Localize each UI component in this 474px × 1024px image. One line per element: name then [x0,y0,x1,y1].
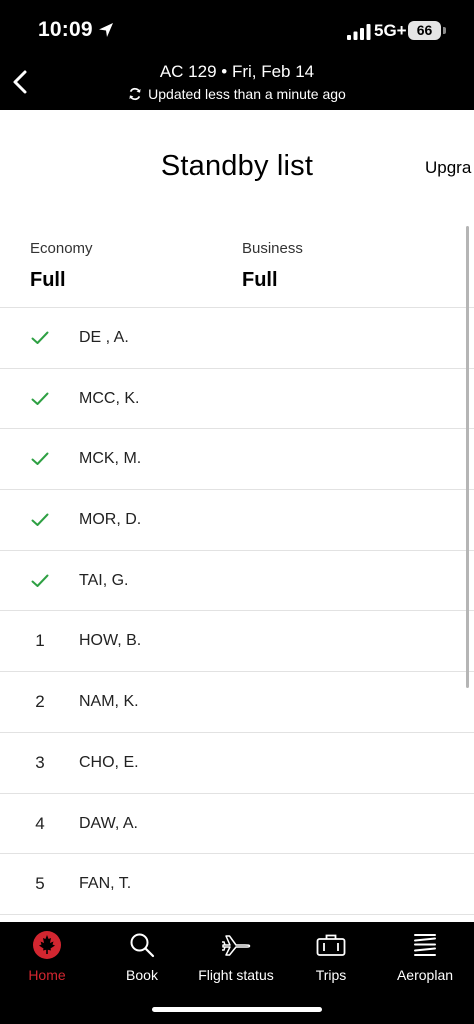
passenger-name: CHO, E. [79,753,139,771]
update-status: Updated less than a minute ago [0,86,474,102]
passenger-name: MOR, D. [79,511,142,529]
tab-flight-status[interactable]: Flight status [189,930,283,983]
scrollbar[interactable] [466,226,469,688]
passenger-name: FAN, T. [79,875,132,893]
passenger-name: MCK, M. [79,450,142,468]
economy-label: Economy [30,240,93,257]
status-time: 10:09 [38,18,93,41]
updated-text: Updated less than a minute ago [148,86,346,102]
aeroplan-icon [414,934,436,956]
tab-label: Trips [315,967,347,983]
list-item: 2 NAM, K. [0,672,474,733]
list-item: MCK, M. [0,429,474,491]
list-item: 3 CHO, E. [0,733,474,794]
cleared-check-icon [28,490,52,550]
network-type: 5G+ [374,21,407,40]
standby-position: 1 [35,631,45,651]
maple-leaf-icon [33,931,61,959]
status-bar: 10:09 5G+ 66 [0,0,474,56]
standby-position: 3 [35,752,45,772]
economy-status: Full [30,269,66,291]
flight-title: AC 129 • Fri, Feb 14 [159,62,315,81]
home-indicator[interactable] [152,1007,322,1012]
tab-book[interactable]: Book [95,930,189,983]
content-area: Standby list Upgra Economy Full Business… [0,110,474,922]
list-item: MCC, K. [0,369,474,430]
standby-position: 5 [35,874,45,894]
passenger-name: MCC, K. [79,389,140,407]
passenger-name: NAM, K. [79,693,139,711]
battery-indicator: 66 [408,21,441,40]
business-label: Business [242,240,303,257]
tab-bar: Home Book Flight status Trips Aeroplan [0,922,474,1024]
tab-home[interactable]: Home [0,930,94,983]
battery-tip [443,27,446,34]
passenger-name: DAW, A. [79,814,138,832]
location-arrow-icon [99,23,113,37]
passenger-name: DE , A. [79,329,129,346]
airplane-icon [222,935,251,956]
search-icon [130,933,155,958]
tab-aeroplan[interactable]: Aeroplan [378,930,472,983]
suitcase-icon [316,934,346,956]
standby-list: DE , A. MCC, K. MCK, M. MOR, D. TAI, G. … [0,307,474,915]
tab-trips[interactable]: Trips [284,930,378,983]
tab-label: Aeroplan [396,967,454,983]
cleared-check-icon [28,308,52,368]
cleared-check-icon [28,429,52,489]
economy-cabin: Economy Full [30,240,93,292]
business-status: Full [242,269,278,291]
app-header: AC 129 • Fri, Feb 14 Updated less than a… [0,56,474,110]
upgrade-list-tab[interactable]: Upgra [425,158,471,178]
standby-position: 4 [35,813,45,833]
business-cabin: Business Full [242,240,303,292]
passenger-name: HOW, B. [79,632,142,650]
standby-position: 2 [35,692,45,712]
tab-label: Book [126,967,158,983]
tab-label: Home [28,967,66,983]
cleared-check-icon [28,369,52,429]
list-item: 1 HOW, B. [0,611,474,673]
list-item: MOR, D. [0,490,474,551]
list-item: 5 FAN, T. [0,854,474,915]
list-item: TAI, G. [0,551,474,612]
page-title: Standby list [160,150,314,182]
refresh-icon [129,87,141,101]
tab-label: Flight status [198,967,274,983]
list-item: 4 DAW, A. [0,794,474,855]
signal-icon [347,24,371,40]
list-item: DE , A. [0,308,474,369]
passenger-name: TAI, G. [79,571,129,589]
cleared-check-icon [28,551,52,611]
